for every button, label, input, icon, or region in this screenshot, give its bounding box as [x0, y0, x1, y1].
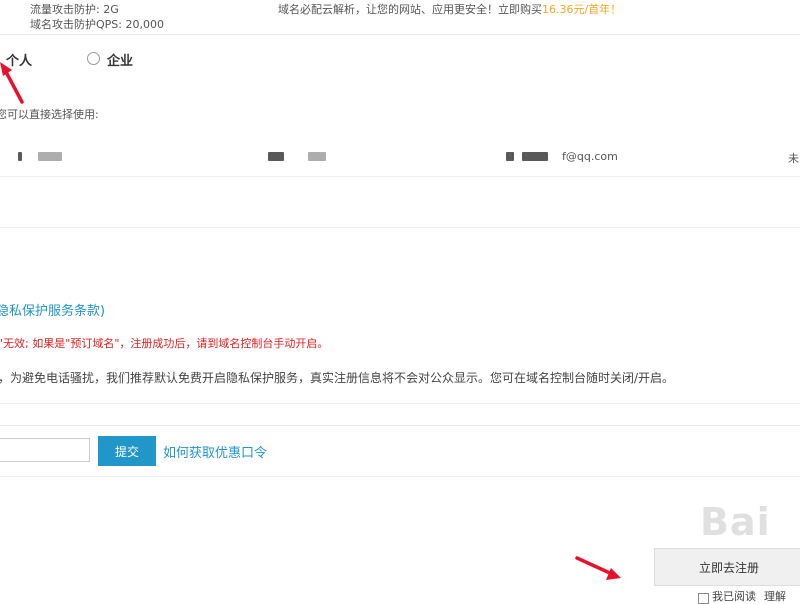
contact-status: 未: [788, 152, 799, 165]
divider: [0, 476, 800, 477]
qps-protection-label: 域名攻击防护QPS:: [30, 18, 126, 31]
dns-promo-text: 域名必配云解析，让您的网站、应用更安全！立即购买: [278, 3, 542, 16]
coupon-submit-button[interactable]: 提交: [98, 436, 156, 466]
divider: [0, 34, 800, 35]
redacted-text: [38, 152, 62, 161]
redacted-text: [308, 152, 326, 161]
qps-protection-value: 20,000: [125, 18, 164, 31]
agree-text: 我已阅读: [712, 590, 756, 603]
agree-checkbox[interactable]: [698, 593, 709, 604]
divider: [0, 403, 800, 404]
radio-enterprise-circle[interactable]: [87, 52, 100, 65]
contact-email-suffix: @qq.com: [565, 150, 618, 163]
privacy-notice: ，为避免电话骚扰，我们推荐默认免费开启隐私保护服务，真实注册信息将不会对公众显示…: [0, 371, 675, 385]
baidu-watermark: Bai: [700, 500, 771, 544]
coupon-input[interactable]: [0, 438, 90, 462]
privacy-warning: "无效; 如果是"预订域名"，注册成功后，请到域名控制台手动开启。: [0, 337, 329, 350]
redacted-text: [18, 152, 22, 161]
traffic-protection-value: 2G: [103, 3, 119, 16]
traffic-protection: 流量攻击防护: 2G: [30, 1, 119, 17]
coupon-help-link[interactable]: 如何获取优惠口令: [163, 442, 267, 461]
radio-enterprise[interactable]: 企业: [107, 50, 133, 69]
redacted-text: [268, 152, 284, 161]
redacted-text: [506, 152, 514, 161]
divider: [0, 425, 800, 426]
divider: [0, 227, 800, 228]
register-button[interactable]: 立即去注册: [654, 548, 800, 586]
annotation-arrow-icon: [0, 62, 24, 104]
annotation-arrow-icon: [575, 556, 621, 580]
privacy-terms-link[interactable]: 隐私保护服务条款): [0, 300, 105, 319]
template-hint: 您可以直接选择使用:: [0, 108, 99, 121]
dns-promo: 域名必配云解析，让您的网站、应用更安全！立即购买16.36元/首年！: [278, 1, 621, 17]
agree-link[interactable]: 理解: [764, 588, 786, 604]
dns-promo-price[interactable]: 16.36元/首年！: [542, 3, 621, 16]
traffic-protection-label: 流量攻击防护:: [30, 3, 104, 16]
redacted-text: [522, 152, 548, 161]
qps-protection: 域名攻击防护QPS: 20,000: [30, 16, 164, 32]
radio-enterprise-label[interactable]: 企业: [107, 54, 133, 69]
contact-email: f@qq.com: [562, 150, 618, 163]
divider: [0, 176, 800, 177]
